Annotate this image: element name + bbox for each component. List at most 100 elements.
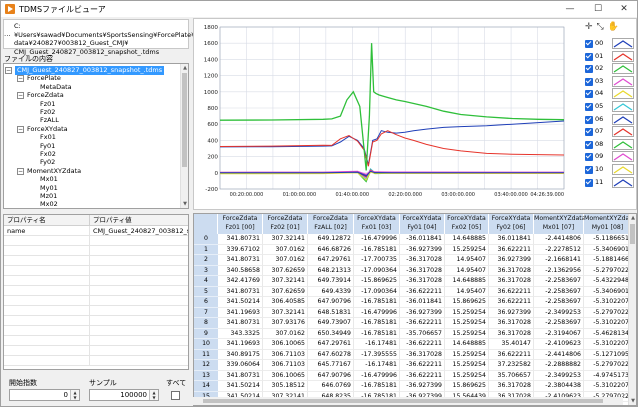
grid-cell[interactable]: -17.090364 [354, 265, 400, 276]
grid-cell[interactable]: 15.259254 [445, 328, 489, 339]
grid-cell[interactable]: 649.73914 [308, 276, 354, 287]
legend-swatch[interactable] [612, 113, 634, 125]
grid-cell[interactable]: -5.1881466 [584, 255, 632, 266]
legend-swatch[interactable] [612, 138, 634, 150]
legend-item[interactable]: 08 [583, 138, 635, 151]
grid-cell[interactable]: 307.0162 [263, 255, 308, 266]
grid-cell[interactable]: 36.927399 [489, 255, 534, 266]
grid-cell[interactable]: -16.479996 [354, 370, 400, 381]
grid-cell[interactable]: -36.317028 [400, 265, 445, 276]
grid-cell[interactable]: 15.259254 [445, 349, 489, 360]
grid-cell[interactable]: 14.648885 [445, 234, 489, 245]
grid-cell[interactable]: 341.80731 [218, 286, 263, 297]
grid-cell[interactable]: 15.259254 [445, 244, 489, 255]
grid-cell[interactable]: -17.395555 [354, 349, 400, 360]
scroll-down-icon[interactable]: ▼ [181, 200, 188, 208]
legend-swatch[interactable] [612, 75, 634, 87]
grid-cell[interactable]: 647.60278 [308, 349, 354, 360]
scroll-up-icon[interactable]: ▲ [629, 214, 636, 222]
samples-input[interactable]: 100000 ▲ ▼ [89, 389, 159, 401]
column-header[interactable]: MomentXYZdata My01 [08] [584, 214, 636, 234]
grid-cell[interactable]: 307.32141 [263, 276, 308, 287]
grid-cell[interactable]: -36.927399 [400, 381, 445, 392]
minimize-button[interactable]: — [557, 1, 583, 17]
grid-cell[interactable]: -36.011841 [400, 297, 445, 308]
grid-cell[interactable]: 341.80731 [218, 318, 263, 329]
legend-checkbox[interactable] [585, 90, 593, 99]
grid-cell[interactable]: 306.40585 [263, 297, 308, 308]
row-header[interactable]: 6 [194, 297, 218, 308]
grid-cell[interactable]: -2.3499253 [534, 307, 584, 318]
grid-cell[interactable]: 15.869625 [445, 297, 489, 308]
start-index-input[interactable]: 0 ▲ ▼ [9, 389, 80, 401]
grid-cell[interactable]: -36.927399 [400, 244, 445, 255]
legend-checkbox[interactable] [585, 128, 593, 137]
column-header[interactable]: ForceXYdata Fx01 [03] [354, 214, 400, 234]
grid-cell[interactable]: -16.785181 [354, 297, 400, 308]
grid-cell[interactable]: 649.4339 [308, 286, 354, 297]
grid-cell[interactable]: 37.232582 [489, 360, 534, 371]
row-header[interactable]: 10 [194, 339, 218, 350]
grid-cell[interactable]: 14.95407 [445, 255, 489, 266]
legend-item[interactable]: 01 [583, 50, 635, 63]
row-header[interactable]: 8 [194, 318, 218, 329]
row-header[interactable]: 11 [194, 349, 218, 360]
grid-cell[interactable]: 36.622211 [489, 297, 534, 308]
legend-item[interactable]: 07 [583, 126, 635, 138]
grid-cell[interactable]: 307.0162 [263, 328, 308, 339]
grid-cell[interactable]: 307.62659 [263, 265, 308, 276]
legend-item[interactable]: 02 [583, 63, 635, 75]
tree-expander-icon[interactable]: − [17, 167, 24, 175]
grid-cell[interactable]: -16.17481 [354, 339, 400, 350]
legend-checkbox[interactable] [585, 166, 593, 174]
grid-cell[interactable]: -16.479996 [354, 234, 400, 245]
grid-cell[interactable]: 36.317028 [489, 318, 534, 329]
legend-checkbox[interactable] [585, 65, 593, 74]
grid-cell[interactable]: 307.93176 [263, 318, 308, 329]
row-header[interactable]: 12 [194, 360, 218, 371]
legend-item[interactable]: 06 [583, 113, 635, 126]
legend-swatch[interactable] [612, 50, 634, 62]
grid-cell[interactable]: 339.06064 [218, 360, 263, 371]
column-header[interactable]: ForceXYdata Fy02 [06] [489, 214, 534, 234]
grid-cell[interactable]: -16.479996 [354, 307, 400, 318]
grid-cell[interactable]: 341.80731 [218, 234, 263, 245]
grid-cell[interactable]: 341.50214 [218, 297, 263, 308]
grid-cell[interactable]: 36.622211 [489, 244, 534, 255]
legend-item[interactable]: 03 [583, 75, 635, 88]
grid-cell[interactable]: -16.17481 [354, 360, 400, 371]
column-header[interactable]: ForceXYdata Fx02 [05] [445, 214, 489, 234]
grid-cell[interactable]: -36.622211 [400, 360, 445, 371]
grid-cell[interactable]: -2.1362956 [534, 265, 584, 276]
grid-cell[interactable]: -36.622211 [400, 318, 445, 329]
file-content-tree[interactable]: ▲ ▼ − CMJ_Guest_240827_003812_snapshot_.t… [3, 63, 189, 209]
grid-cell[interactable]: -2.2583697 [534, 276, 584, 287]
legend-swatch[interactable] [612, 126, 634, 138]
grid-horizontal-scrollbar[interactable] [193, 397, 623, 405]
grid-cell[interactable]: 35.40147 [489, 339, 534, 350]
grid-cell[interactable]: -5.2797022 [584, 360, 632, 371]
grid-cell[interactable]: -2.3194067 [534, 328, 584, 339]
row-header[interactable]: 7 [194, 307, 218, 318]
grid-cell[interactable]: -2.2583697 [534, 286, 584, 297]
scroll-thumb[interactable] [630, 224, 635, 244]
data-grid[interactable]: ForceZdata Fz01 [00] ForceZdata Fz02 [01] Fo… [193, 213, 637, 406]
grid-cell[interactable]: -15.869625 [354, 276, 400, 287]
grid-cell[interactable]: 15.259254 [445, 370, 489, 381]
tree-expander-icon[interactable]: − [17, 125, 24, 133]
legend-item[interactable]: 09 [583, 151, 635, 163]
legend-checkbox[interactable] [585, 140, 593, 149]
grid-cell[interactable]: -2.2888882 [534, 360, 584, 371]
zoom-icon[interactable]: ⤡ [597, 22, 604, 34]
tree-expander-icon[interactable]: − [17, 92, 24, 100]
file-path-box[interactable]: C:¥Users¥sawad¥Documents¥SportsSensing¥F… [3, 19, 195, 56]
grid-cell[interactable]: 340.58658 [218, 265, 263, 276]
browse-button[interactable]: ... [4, 30, 11, 38]
grid-cell[interactable]: 306.10065 [263, 370, 308, 381]
grid-cell[interactable]: -2.4414806 [534, 234, 584, 245]
legend-checkbox[interactable] [585, 52, 593, 61]
tree-expander-icon[interactable]: − [5, 67, 12, 74]
grid-cell[interactable]: -36.317028 [400, 255, 445, 266]
grid-cell[interactable]: -36.622211 [400, 339, 445, 350]
legend-swatch[interactable] [612, 164, 634, 175]
